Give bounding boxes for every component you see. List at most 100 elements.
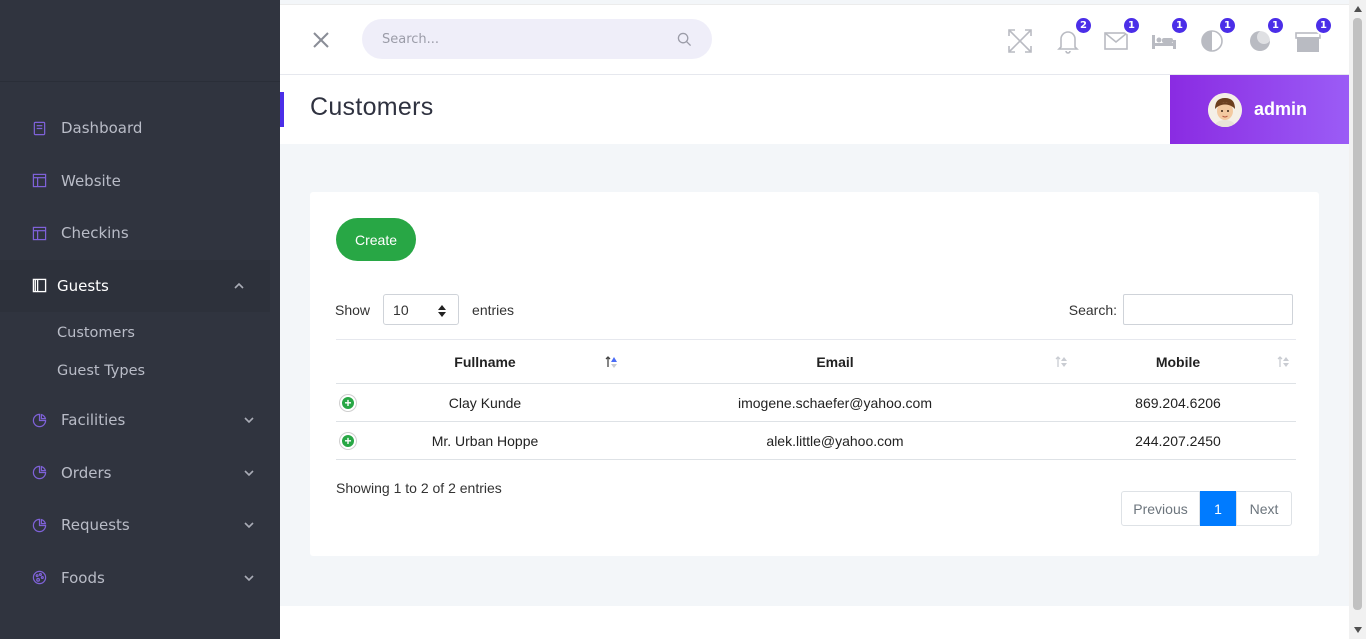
- moon-icon[interactable]: 1: [1247, 15, 1285, 54]
- customers-table: Fullname Email Mobile + Clay Kunde imoge…: [336, 339, 1296, 460]
- sidebar-subitem-customers[interactable]: Customers: [0, 314, 280, 352]
- book-icon: [32, 121, 47, 136]
- column-header-email[interactable]: Email: [610, 339, 1067, 384]
- notification-badge: 1: [1170, 15, 1189, 35]
- close-icon[interactable]: [310, 29, 332, 51]
- search-input[interactable]: [362, 19, 652, 59]
- sidebar-item-label: Orders: [61, 463, 112, 482]
- sidebar-item-orders[interactable]: Orders: [0, 447, 280, 500]
- guests-submenu: Customers Guest Types: [0, 312, 280, 394]
- show-label: Show: [335, 301, 371, 318]
- palette-icon: [32, 570, 47, 585]
- fullscreen-icon[interactable]: [1007, 28, 1033, 54]
- pagination: Previous 1 Next: [1121, 491, 1292, 526]
- cell-fullname: Clay Kunde: [360, 383, 610, 422]
- table-row: + Clay Kunde imogene.schaefer@yahoo.com …: [336, 383, 1296, 422]
- book-open-icon: [32, 278, 47, 293]
- expand-row-icon[interactable]: +: [340, 433, 356, 449]
- bed-icon[interactable]: 1: [1151, 15, 1189, 54]
- table-header-row: Fullname Email Mobile: [336, 339, 1296, 384]
- chevron-down-icon: [242, 413, 256, 427]
- notification-badge: 2: [1074, 15, 1093, 35]
- sidebar-nav-lower: Facilities Orders Requests Foods: [0, 394, 280, 604]
- create-button[interactable]: Create: [336, 218, 416, 261]
- page-header: Customers admin: [280, 75, 1349, 144]
- sidebar-nav: Dashboard Website Checkins Guests: [0, 82, 280, 312]
- topbar-icons: 2 1 1 1 1 1: [985, 5, 1333, 76]
- notification-badge: 1: [1218, 15, 1237, 35]
- sidebar-brand-area: [0, 0, 280, 82]
- search-icon[interactable]: [677, 32, 692, 47]
- notification-badge: 1: [1122, 15, 1141, 35]
- pagination-next-button[interactable]: Next: [1236, 491, 1292, 526]
- customers-card: Create Show 10 entries Search: Fullname: [310, 192, 1319, 556]
- sidebar-item-dashboard[interactable]: Dashboard: [0, 102, 280, 155]
- user-name: admin: [1254, 99, 1308, 119]
- table-info: Showing 1 to 2 of 2 entries: [336, 480, 502, 496]
- entries-label: entries: [472, 301, 515, 318]
- entries-length-control: Show 10 entries: [335, 294, 514, 325]
- column-header-label: Fullname: [454, 353, 516, 370]
- cell-mobile: 869.204.6206: [1060, 383, 1296, 422]
- chevron-up-icon: [232, 279, 246, 293]
- footer: [280, 606, 1349, 639]
- sidebar-item-guests[interactable]: Guests: [0, 259, 270, 312]
- sidebar-item-requests[interactable]: Requests: [0, 499, 280, 552]
- scroll-up-arrow-icon[interactable]: [1349, 2, 1366, 16]
- table-search-input[interactable]: [1123, 294, 1293, 325]
- notification-badge: 1: [1314, 15, 1333, 35]
- bell-icon[interactable]: 2: [1055, 15, 1093, 54]
- entries-select-value: 10: [393, 301, 409, 318]
- pie-chart-icon: [32, 413, 47, 428]
- avatar: [1208, 92, 1242, 127]
- box-icon[interactable]: 1: [1295, 15, 1333, 54]
- table-row: + Mr. Urban Hoppe alek.little@yahoo.com …: [336, 421, 1296, 460]
- sidebar-item-label: Requests: [61, 516, 130, 535]
- chevron-down-icon: [242, 518, 256, 532]
- pie-chart-icon: [32, 518, 47, 533]
- column-header-label: Email: [816, 353, 854, 370]
- layout-icon: [32, 226, 47, 241]
- select-arrows-icon: [438, 304, 447, 317]
- column-header-fullname[interactable]: Fullname: [360, 339, 617, 384]
- control-column-header: [336, 339, 360, 384]
- page-header-accent: [280, 92, 284, 127]
- sidebar-subitem-guest-types[interactable]: Guest Types: [0, 352, 280, 390]
- table-filter: Search:: [1069, 294, 1293, 325]
- mail-icon[interactable]: 1: [1103, 15, 1141, 54]
- sidebar-item-label: Facilities: [61, 411, 126, 430]
- chevron-down-icon: [242, 466, 256, 480]
- sidebar-item-facilities[interactable]: Facilities: [0, 394, 280, 447]
- column-header-label: Mobile: [1155, 353, 1201, 370]
- chevron-down-icon: [242, 571, 256, 585]
- cell-email: imogene.schaefer@yahoo.com: [610, 383, 1060, 422]
- sidebar-item-checkins[interactable]: Checkins: [0, 207, 280, 260]
- layout-icon: [32, 173, 47, 188]
- sidebar-item-label: Guests: [57, 276, 109, 295]
- sidebar-item-label: Checkins: [61, 224, 129, 243]
- half-circle-icon[interactable]: 1: [1199, 15, 1237, 54]
- cell-mobile: 244.207.2450: [1060, 421, 1296, 460]
- expand-row-icon[interactable]: +: [340, 395, 356, 411]
- table-search-label: Search:: [1068, 301, 1117, 318]
- page-scrollbar[interactable]: [1349, 0, 1366, 639]
- page-title: Customers: [310, 93, 434, 121]
- sidebar-item-label: Dashboard: [61, 119, 143, 138]
- scrollbar-thumb[interactable]: [1353, 18, 1362, 610]
- sidebar-item-website[interactable]: Website: [0, 155, 280, 208]
- notification-badge: 1: [1266, 15, 1285, 35]
- column-header-mobile[interactable]: Mobile: [1060, 339, 1296, 384]
- cell-email: alek.little@yahoo.com: [610, 421, 1060, 460]
- row-expand-cell: +: [336, 421, 360, 460]
- cell-fullname: Mr. Urban Hoppe: [360, 421, 610, 460]
- pie-chart-icon: [32, 465, 47, 480]
- user-menu[interactable]: admin: [1170, 75, 1349, 144]
- sidebar-item-label: Website: [61, 171, 121, 190]
- sidebar-item-foods[interactable]: Foods: [0, 552, 280, 605]
- pagination-previous-button[interactable]: Previous: [1121, 491, 1200, 526]
- topbar: 2 1 1 1 1 1: [280, 4, 1349, 75]
- pagination-page-button[interactable]: 1: [1200, 491, 1236, 526]
- scroll-down-arrow-icon[interactable]: [1349, 623, 1366, 637]
- entries-select[interactable]: 10: [383, 294, 460, 325]
- topbar-search: [362, 19, 712, 59]
